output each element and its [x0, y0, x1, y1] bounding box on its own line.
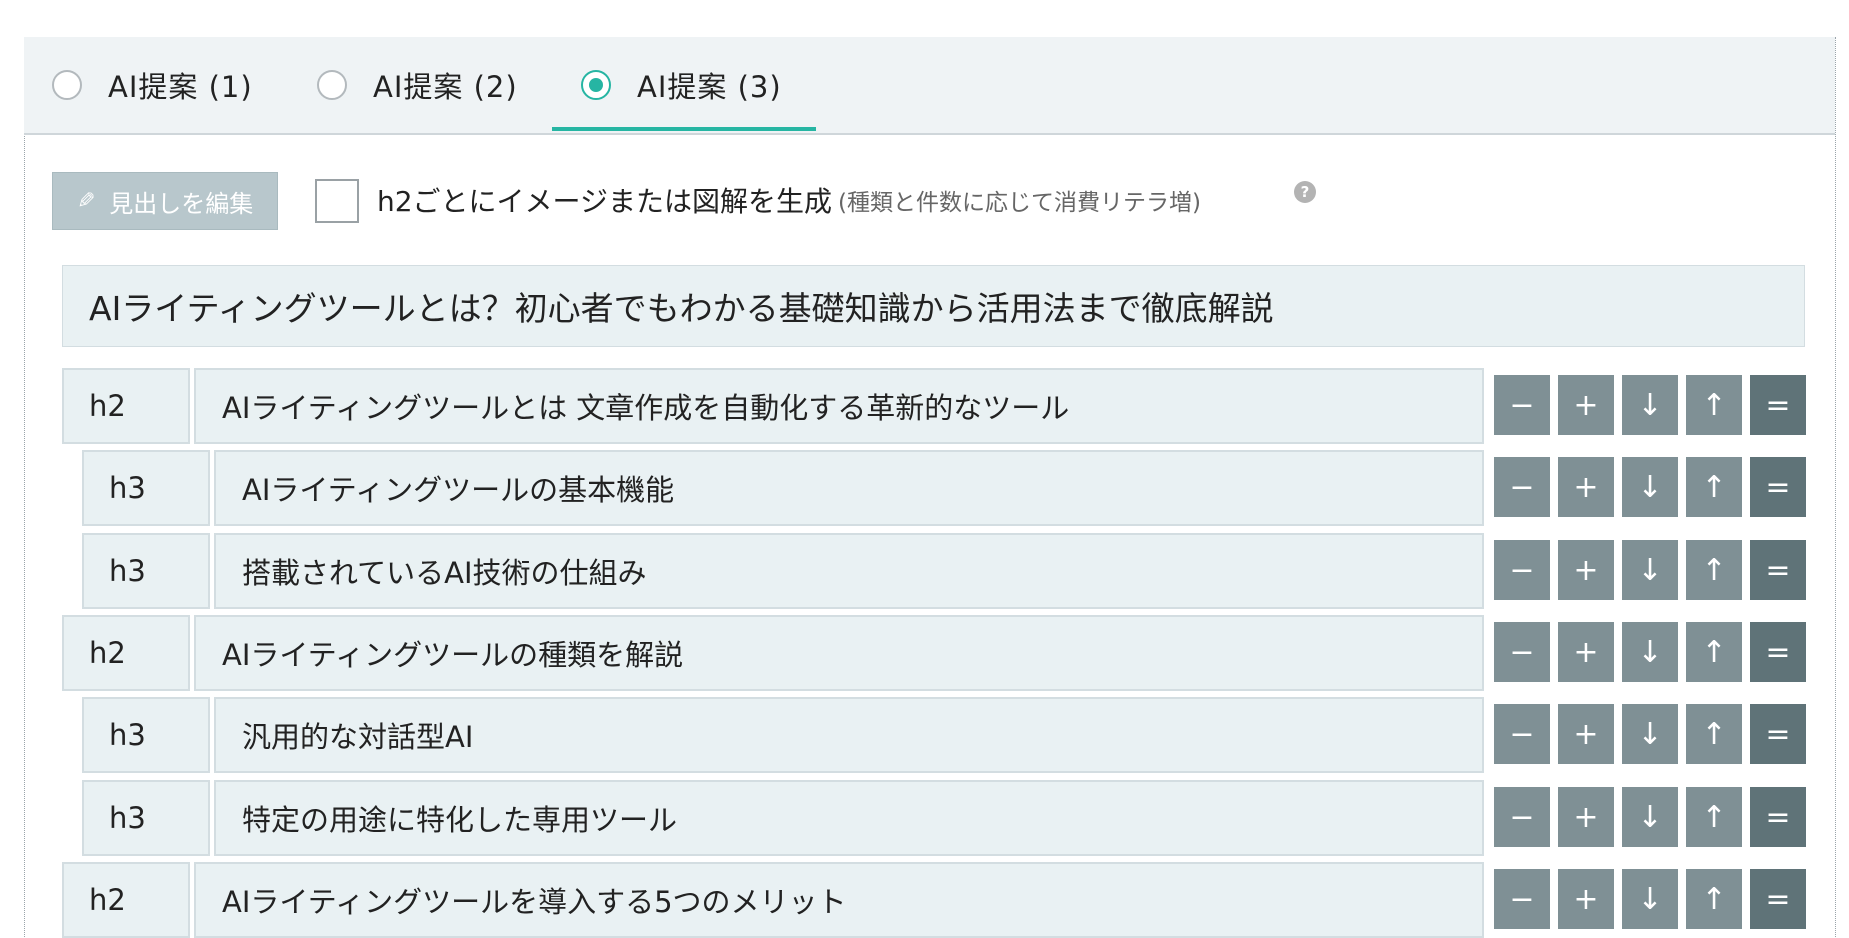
move-up-button[interactable]: ↑: [1686, 869, 1742, 929]
drag-handle[interactable]: =: [1750, 787, 1806, 847]
drag-handle[interactable]: =: [1750, 457, 1806, 517]
heading-row-h3: h3 搭載されているAI技術の仕組み − + ↓ ↑ =: [0, 533, 1849, 609]
radio-ai-proposal-3[interactable]: [581, 70, 611, 100]
move-down-button[interactable]: ↓: [1622, 540, 1678, 600]
drag-handle[interactable]: =: [1750, 540, 1806, 600]
remove-heading-button[interactable]: −: [1494, 869, 1550, 929]
generate-images-option[interactable]: h2ごとにイメージまたは図解を生成 (種類と件数に応じて消費リテラ増): [377, 178, 1201, 222]
heading-text[interactable]: AIライティングツールとは 文章作成を自動化する革新的なツール: [194, 368, 1484, 444]
radio-ai-proposal-1[interactable]: [52, 70, 82, 100]
generate-images-checkbox[interactable]: [315, 179, 359, 223]
add-heading-button[interactable]: +: [1558, 375, 1614, 435]
article-title[interactable]: AIライティングツールとは？初心者でもわかる基礎知識から活用法まで徹底解説: [62, 265, 1805, 347]
radio-ai-proposal-2[interactable]: [317, 70, 347, 100]
move-up-button[interactable]: ↑: [1686, 375, 1742, 435]
heading-text[interactable]: 特定の用途に特化した専用ツール: [214, 780, 1484, 856]
tab-ai-proposal-2[interactable]: AI提案 (2): [317, 37, 518, 133]
generate-images-note: (種類と件数に応じて消費リテラ増): [838, 190, 1201, 216]
move-up-button[interactable]: ↑: [1686, 540, 1742, 600]
tab-label: AI提案 (2): [373, 70, 518, 104]
remove-heading-button[interactable]: −: [1494, 622, 1550, 682]
move-up-button[interactable]: ↑: [1686, 704, 1742, 764]
heading-row-h2: h2 AIライティングツールの種類を解説 − + ↓ ↑ =: [0, 615, 1849, 691]
add-heading-button[interactable]: +: [1558, 622, 1614, 682]
add-heading-button[interactable]: +: [1558, 540, 1614, 600]
active-tab-indicator: [552, 127, 816, 131]
heading-level-tag[interactable]: h2: [62, 615, 190, 691]
tab-label: AI提案 (1): [108, 70, 253, 104]
move-up-button[interactable]: ↑: [1686, 622, 1742, 682]
drag-handle[interactable]: =: [1750, 375, 1806, 435]
heading-level-tag[interactable]: h3: [82, 533, 210, 609]
proposal-tabbar: AI提案 (1) AI提案 (2) AI提案 (3): [24, 37, 1835, 135]
tab-ai-proposal-1[interactable]: AI提案 (1): [52, 37, 253, 133]
move-down-button[interactable]: ↓: [1622, 375, 1678, 435]
remove-heading-button[interactable]: −: [1494, 375, 1550, 435]
remove-heading-button[interactable]: −: [1494, 787, 1550, 847]
add-heading-button[interactable]: +: [1558, 457, 1614, 517]
remove-heading-button[interactable]: −: [1494, 457, 1550, 517]
move-down-button[interactable]: ↓: [1622, 787, 1678, 847]
move-down-button[interactable]: ↓: [1622, 869, 1678, 929]
remove-heading-button[interactable]: −: [1494, 540, 1550, 600]
heading-text[interactable]: 汎用的な対話型AI: [214, 697, 1484, 773]
pencil-icon: ✎: [76, 188, 96, 214]
drag-handle[interactable]: =: [1750, 869, 1806, 929]
move-down-button[interactable]: ↓: [1622, 457, 1678, 517]
heading-level-tag[interactable]: h2: [62, 368, 190, 444]
heading-level-tag[interactable]: h3: [82, 697, 210, 773]
heading-level-tag[interactable]: h3: [82, 450, 210, 526]
heading-level-tag[interactable]: h3: [82, 780, 210, 856]
add-heading-button[interactable]: +: [1558, 869, 1614, 929]
move-up-button[interactable]: ↑: [1686, 787, 1742, 847]
generate-images-label: h2ごとにイメージまたは図解を生成: [377, 185, 833, 218]
tab-ai-proposal-3[interactable]: AI提案 (3): [581, 37, 782, 133]
add-heading-button[interactable]: +: [1558, 787, 1614, 847]
move-down-button[interactable]: ↓: [1622, 704, 1678, 764]
heading-row-h3: h3 特定の用途に特化した専用ツール − + ↓ ↑ =: [0, 780, 1849, 856]
heading-text[interactable]: AIライティングツールを導入する5つのメリット: [194, 862, 1484, 938]
edit-headings-label: 見出しを編集: [109, 189, 254, 218]
heading-text[interactable]: AIライティングツールの種類を解説: [194, 615, 1484, 691]
heading-level-tag[interactable]: h2: [62, 862, 190, 938]
drag-handle[interactable]: =: [1750, 704, 1806, 764]
heading-row-h3: h3 汎用的な対話型AI − + ↓ ↑ =: [0, 697, 1849, 773]
heading-row-h2: h2 AIライティングツールを導入する5つのメリット − + ↓ ↑ =: [0, 862, 1849, 938]
edit-headings-button[interactable]: ✎ 見出しを編集: [52, 172, 278, 230]
heading-text[interactable]: 搭載されているAI技術の仕組み: [214, 533, 1484, 609]
heading-text[interactable]: AIライティングツールの基本機能: [214, 450, 1484, 526]
tab-label: AI提案 (3): [637, 70, 782, 104]
help-icon[interactable]: ?: [1294, 181, 1316, 203]
heading-row-h2: h2 AIライティングツールとは 文章作成を自動化する革新的なツール − + ↓ ↑ =: [0, 368, 1849, 444]
heading-row-h3: h3 AIライティングツールの基本機能 − + ↓ ↑ =: [0, 450, 1849, 526]
remove-heading-button[interactable]: −: [1494, 704, 1550, 764]
move-down-button[interactable]: ↓: [1622, 622, 1678, 682]
drag-handle[interactable]: =: [1750, 622, 1806, 682]
move-up-button[interactable]: ↑: [1686, 457, 1742, 517]
add-heading-button[interactable]: +: [1558, 704, 1614, 764]
